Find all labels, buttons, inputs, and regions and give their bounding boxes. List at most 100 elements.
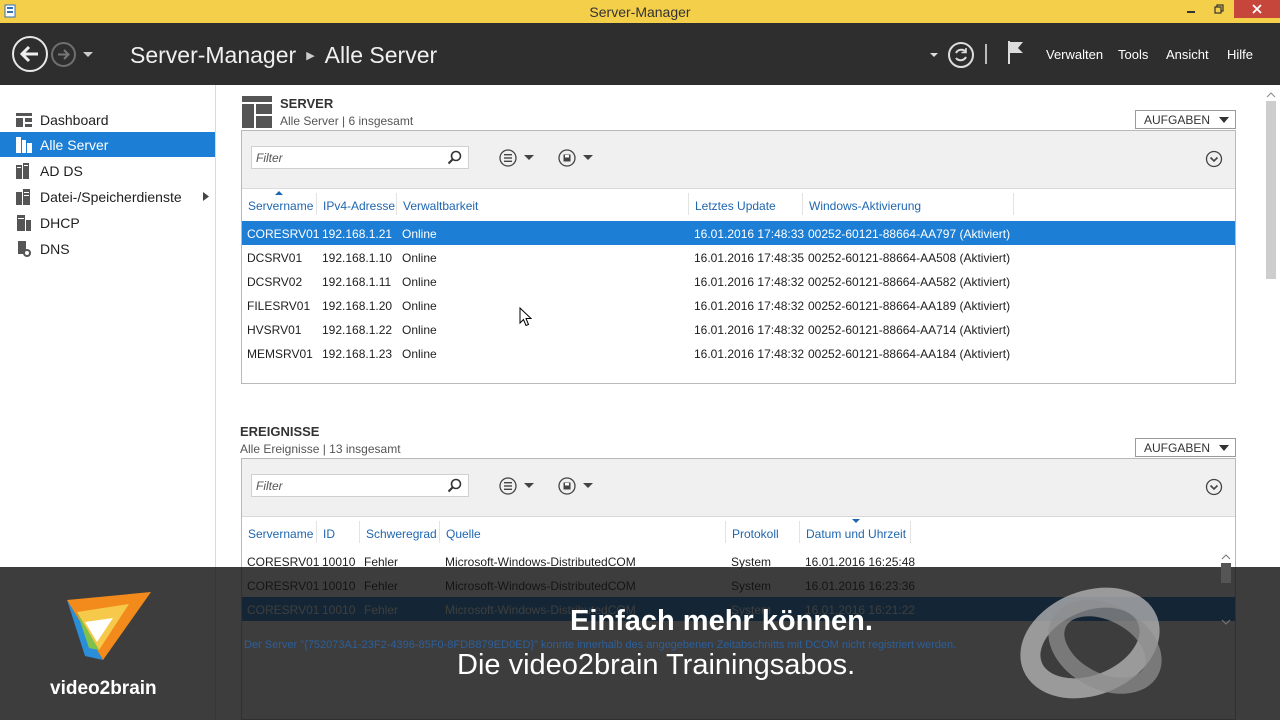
table-cell: Online	[402, 227, 437, 241]
menu-verwalten[interactable]: Verwalten	[1046, 47, 1103, 62]
header-divider	[985, 44, 987, 64]
column-quelle[interactable]: Quelle	[446, 527, 481, 541]
table-cell: 192.168.1.11	[322, 275, 392, 289]
sidebar-item-label: DHCP	[40, 215, 80, 231]
table-cell: 16.01.2016 17:48:32	[694, 323, 805, 337]
server-table-row[interactable]: HVSRV01 192.168.1.22 Online 16.01.2016 17:4…	[242, 317, 1235, 341]
sort-descending-icon	[852, 519, 860, 523]
video2brain-logo-icon	[67, 592, 151, 660]
list-options-icon[interactable]	[498, 148, 538, 168]
menu-ansicht[interactable]: Ansicht	[1166, 47, 1209, 62]
server-table-row[interactable]: CORESRV01 192.168.1.21 Online 16.01.2016 17…	[242, 221, 1235, 245]
restore-icon	[1214, 4, 1224, 14]
column-separator	[316, 521, 317, 543]
scrollbar-thumb[interactable]	[1221, 563, 1231, 583]
sidebar-item-label: Datei-/Speicherdienste	[40, 189, 182, 205]
list-options-icon[interactable]	[498, 476, 538, 496]
ad-ds-icon	[16, 163, 29, 179]
events-section-title: EREIGNISSE	[240, 424, 320, 439]
table-cell: 00252-60121-88664-AA189 (Aktiviert)	[808, 299, 1011, 313]
column-separator	[316, 193, 317, 215]
server-filter-input[interactable]: Filter	[251, 146, 469, 169]
events-column-headers: Servername ID Schweregrad Quelle Protoko…	[242, 519, 1235, 547]
events-tasks-button[interactable]: AUFGABEN	[1135, 438, 1236, 457]
table-cell: 192.168.1.20	[322, 299, 393, 313]
column-letztes-update[interactable]: Letztes Update	[695, 199, 776, 213]
promo-tagline-secondary: Die video2brain Trainingsabos.	[457, 649, 856, 681]
filter-placeholder: Filter	[256, 479, 283, 493]
sidebar-item-alle-server[interactable]: Alle Server	[0, 132, 215, 157]
sidebar-item-label: Alle Server	[40, 137, 109, 153]
collapse-panel-icon[interactable]	[1205, 478, 1223, 496]
refresh-icon[interactable]	[947, 41, 975, 69]
menu-hilfe[interactable]: Hilfe	[1227, 47, 1253, 62]
mouse-cursor-icon	[519, 307, 532, 327]
table-cell: 00252-60121-88664-AA582 (Aktiviert)	[808, 275, 1011, 289]
table-cell: 00252-60121-88664-AA184 (Aktiviert)	[808, 347, 1011, 361]
scroll-up-icon[interactable]	[1218, 551, 1234, 561]
history-dropdown-icon[interactable]	[82, 51, 94, 59]
column-datum-und-uhrzeit[interactable]: Datum und Uhrzeit	[806, 527, 906, 541]
server-section-subtitle: Alle Server | 6 insgesamt	[280, 114, 414, 128]
server-table-row[interactable]: DCSRV02 192.168.1.11 Online 16.01.2016 17:4…	[242, 269, 1235, 293]
notifications-flag-icon[interactable]	[1006, 39, 1026, 65]
minimize-button[interactable]	[1178, 0, 1204, 18]
column-servername[interactable]: Servername	[248, 199, 313, 213]
events-scrollbar[interactable]	[1218, 549, 1234, 635]
expand-arrow-icon[interactable]	[203, 192, 209, 201]
table-cell: 16.01.2016 17:48:33	[694, 227, 805, 241]
save-query-icon[interactable]	[557, 148, 597, 168]
server-table-row[interactable]: FILESRV01 192.168.1.20 Online 16.01.2016 17…	[242, 293, 1235, 317]
search-icon[interactable]	[447, 478, 463, 494]
collapse-panel-icon[interactable]	[1205, 150, 1223, 168]
scroll-down-icon[interactable]	[1218, 617, 1234, 627]
table-cell: 16.01.2016 17:48:32	[694, 347, 805, 361]
menu-tools[interactable]: Tools	[1118, 47, 1148, 62]
table-cell: 192.168.1.21	[322, 227, 393, 241]
forward-button[interactable]	[51, 42, 76, 67]
table-cell: Online	[402, 299, 437, 313]
maximize-button[interactable]	[1206, 0, 1232, 18]
server-section-icon	[242, 96, 272, 128]
column-protokoll[interactable]: Protokoll	[732, 527, 779, 541]
server-tasks-button[interactable]: AUFGABEN	[1135, 110, 1236, 129]
sidebar-item-dhcp[interactable]: DHCP	[0, 210, 215, 235]
back-button[interactable]	[12, 36, 48, 72]
sidebar-item-ad-ds[interactable]: AD DS	[0, 158, 215, 183]
column-separator	[396, 193, 397, 215]
events-section-subtitle: Alle Ereignisse | 13 insgesamt	[240, 442, 401, 456]
server-panel: Filter Servername IPv4-Adresse Verwaltba…	[241, 130, 1236, 384]
search-icon[interactable]	[447, 150, 463, 166]
column-ipv4[interactable]: IPv4-Adresse	[323, 199, 395, 213]
sidebar-item-dashboard[interactable]: Dashboard	[0, 107, 215, 132]
column-separator	[799, 521, 800, 543]
server-table-row[interactable]: MEMSRV01 192.168.1.23 Online 16.01.2016 17:…	[242, 341, 1235, 365]
server-table-row[interactable]: DCSRV01 192.168.1.10 Online 16.01.2016 17:4…	[242, 245, 1235, 269]
content-scrollbar[interactable]	[1263, 89, 1279, 567]
table-cell: 00252-60121-88664-AA797 (Aktiviert)	[808, 227, 1011, 241]
table-cell: MEMSRV01	[247, 347, 313, 361]
column-windows-aktivierung[interactable]: Windows-Aktivierung	[809, 199, 921, 213]
breadcrumb-item-root[interactable]: Server-Manager	[130, 42, 296, 69]
column-id[interactable]: ID	[323, 527, 335, 541]
column-verwaltbarkeit[interactable]: Verwaltbarkeit	[403, 199, 478, 213]
table-cell: 16.01.2016 17:48:32	[694, 275, 805, 289]
column-schweregrad[interactable]: Schweregrad	[366, 527, 437, 541]
sidebar-item-datei-speicherdienste[interactable]: Datei-/Speicherdienste	[0, 184, 215, 209]
tasks-dropdown-icon	[1219, 117, 1229, 123]
sidebar-item-dns[interactable]: DNS	[0, 236, 215, 261]
save-query-icon[interactable]	[557, 476, 597, 496]
events-filter-input[interactable]: Filter	[251, 474, 469, 497]
column-separator	[1013, 193, 1014, 215]
table-cell: Online	[402, 251, 437, 265]
scrollbar-thumb[interactable]	[1266, 101, 1276, 279]
column-separator	[802, 193, 803, 215]
scroll-up-icon[interactable]	[1263, 89, 1279, 99]
close-button[interactable]	[1234, 0, 1280, 18]
dashboard-icon	[16, 113, 32, 127]
servers-icon	[16, 137, 32, 153]
column-servername[interactable]: Servername	[248, 527, 313, 541]
server-section-title: SERVER	[280, 96, 334, 111]
tasks-label: AUFGABEN	[1144, 112, 1211, 127]
refresh-dropdown-icon[interactable]	[929, 52, 939, 59]
